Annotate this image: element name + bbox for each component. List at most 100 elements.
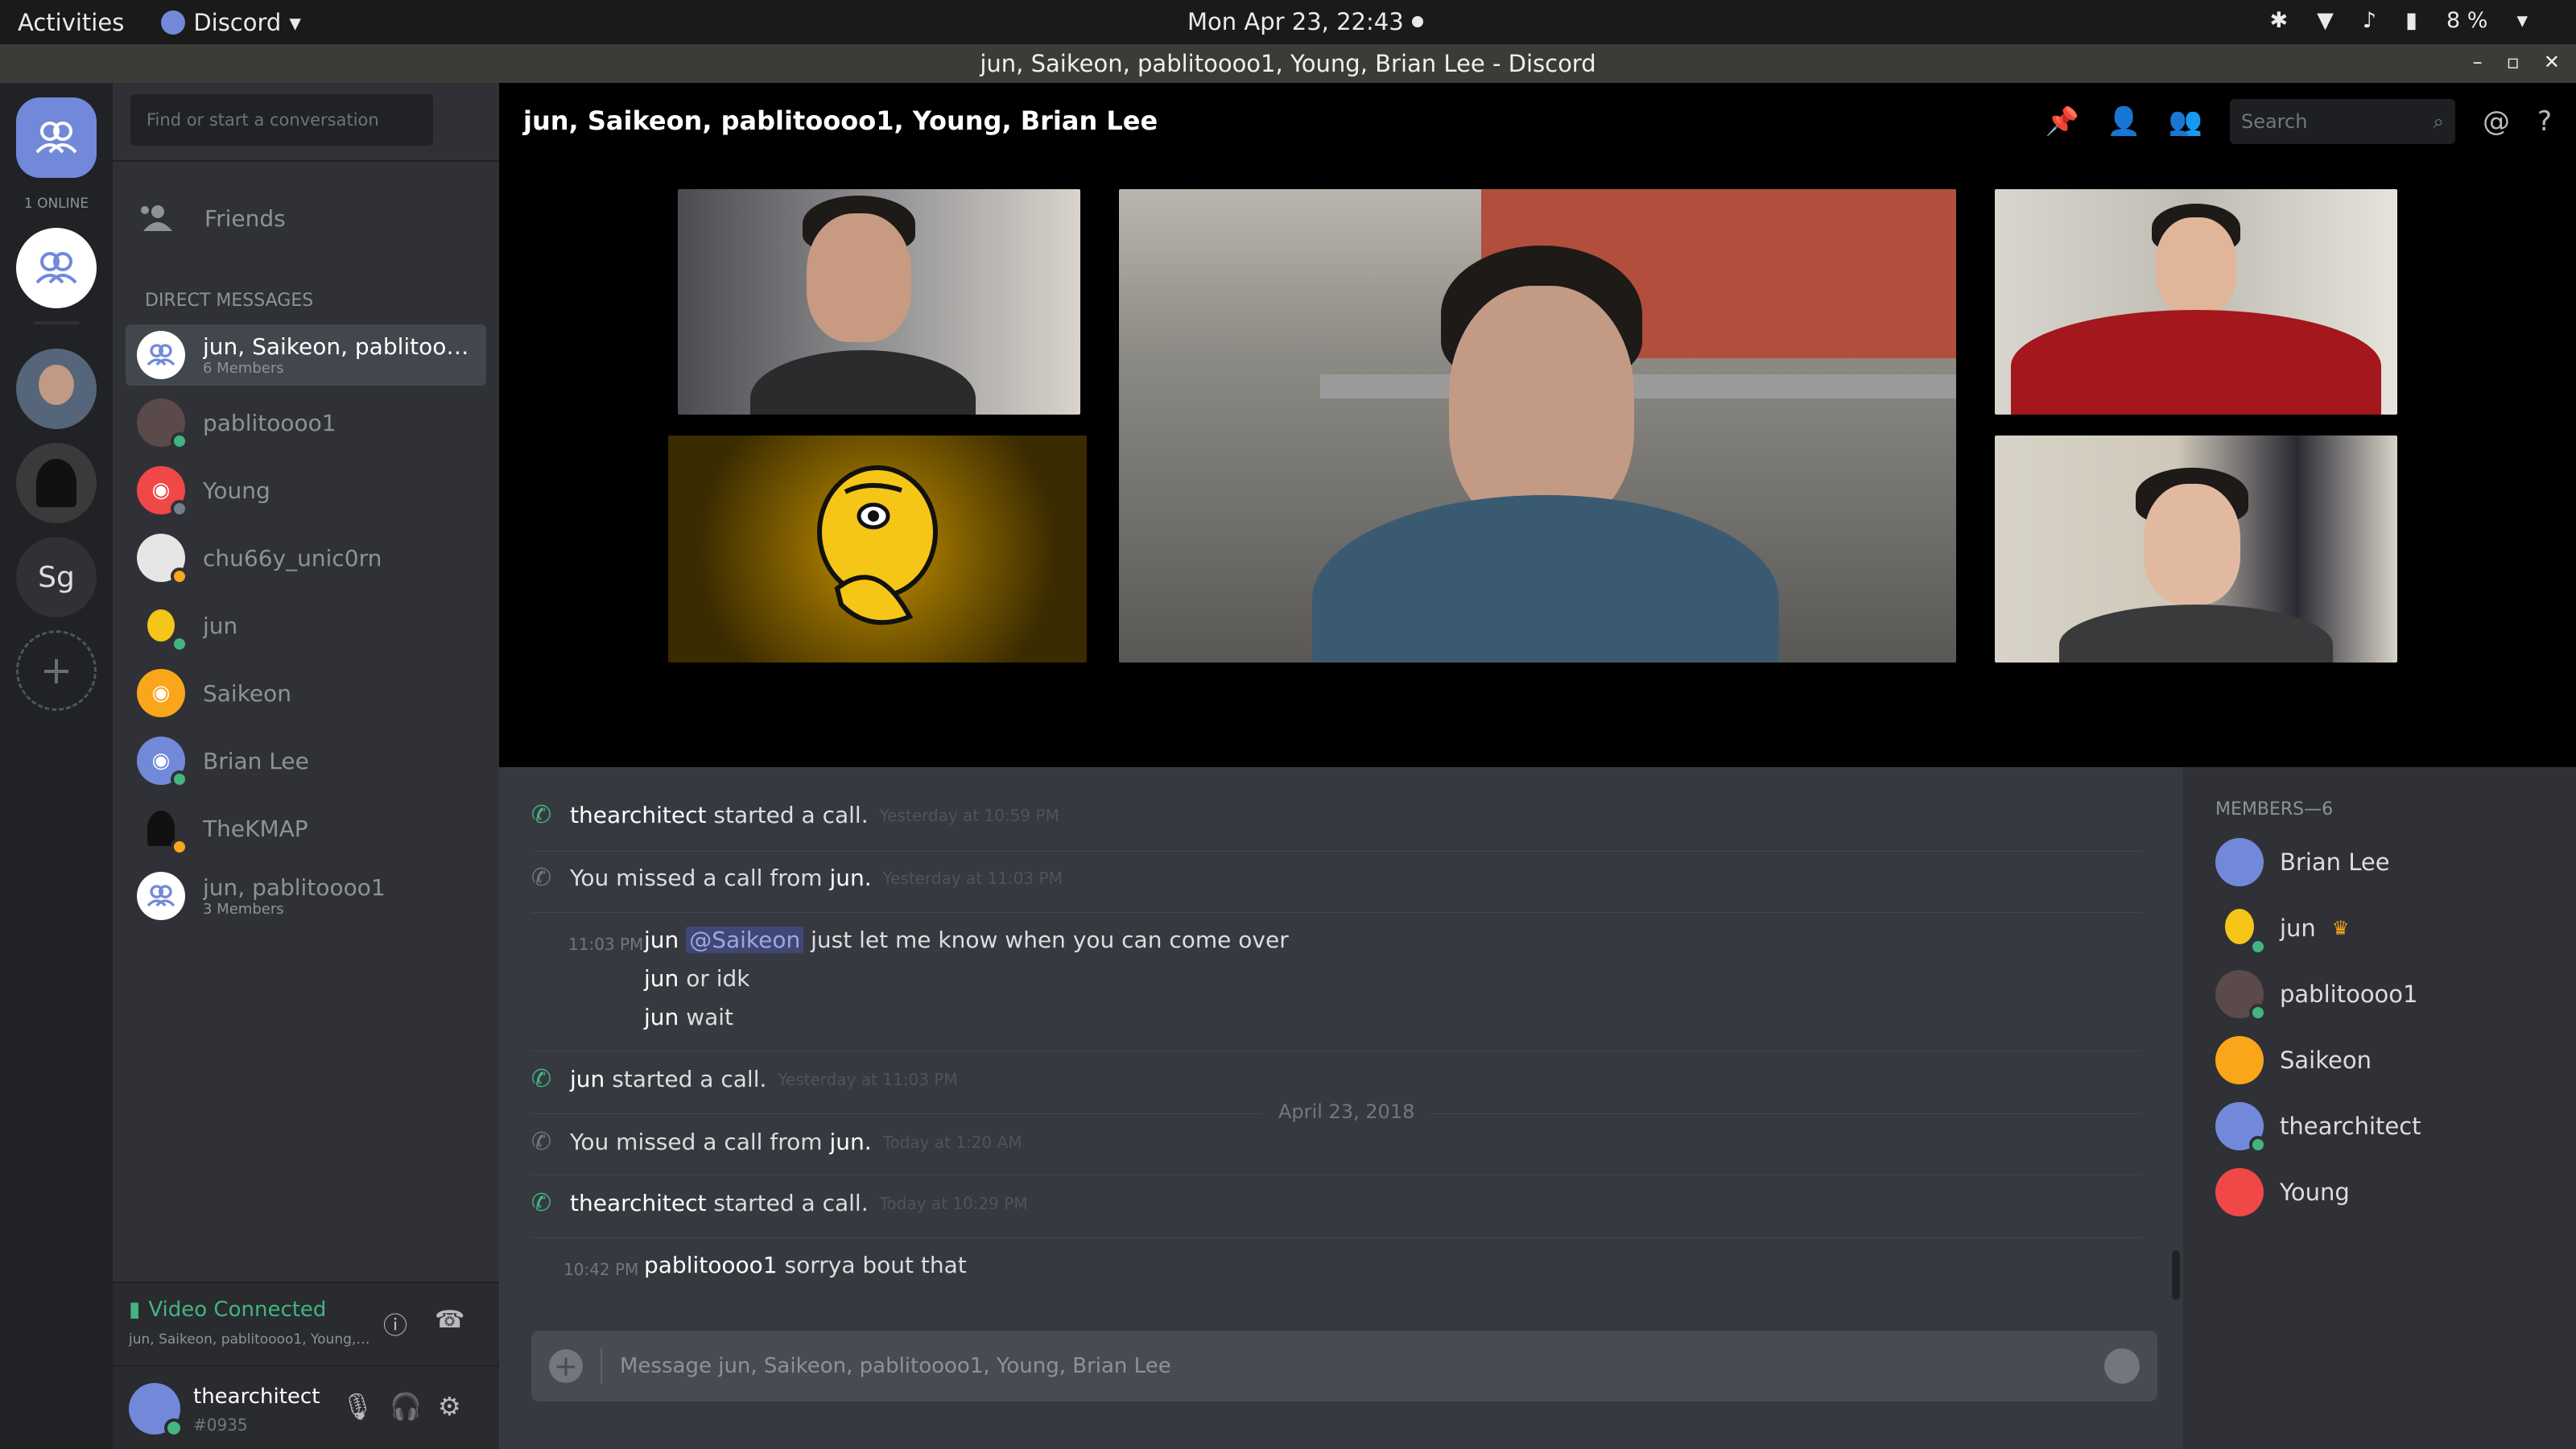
member-name: Brian Lee bbox=[2280, 848, 2390, 876]
system-message-missed-call: ✆ You missed a call from jun. Today at 1… bbox=[531, 1128, 1022, 1156]
dm-item-group-3[interactable]: jun, pablitoooo1 3 Members bbox=[126, 865, 486, 927]
user-mention[interactable]: @Saikeon bbox=[686, 927, 804, 953]
video-tile-jun-avatar[interactable] bbox=[668, 436, 1087, 663]
clock-label: Mon Apr 23, 22:43 bbox=[1187, 8, 1404, 35]
conversation-search-input[interactable]: Find or start a conversation bbox=[130, 94, 433, 146]
message-author[interactable]: thearchitect bbox=[570, 1190, 707, 1216]
attach-plus-icon[interactable]: + bbox=[549, 1349, 583, 1383]
chat-message: jun @Saikeon just let me know when you c… bbox=[644, 927, 1289, 953]
maximize-icon[interactable]: ▫ bbox=[2507, 51, 2520, 73]
disconnect-icon[interactable]: ☎ bbox=[435, 1306, 464, 1334]
avatar[interactable] bbox=[129, 1383, 184, 1438]
member-list-header: MEMBERS—6 bbox=[2215, 799, 2334, 819]
active-dm-group-button[interactable] bbox=[16, 228, 97, 308]
mentions-icon[interactable]: @ bbox=[2483, 105, 2510, 138]
chat-scrollbar[interactable] bbox=[2172, 1250, 2180, 1300]
message-composer[interactable]: + Message jun, Saikeon, pablitoooo1, You… bbox=[531, 1331, 2157, 1402]
signal-bars-icon: ▮ bbox=[129, 1298, 141, 1322]
dm-name: Brian Lee bbox=[203, 747, 309, 774]
wifi-icon: ▼ bbox=[2317, 8, 2334, 33]
member-list-icon[interactable]: 👥 bbox=[2169, 105, 2202, 138]
message-author[interactable]: jun. bbox=[829, 1129, 871, 1155]
dm-item-young[interactable]: ◉ Young bbox=[126, 460, 486, 521]
notification-dot-icon bbox=[1411, 16, 1423, 27]
group-icon bbox=[147, 885, 175, 907]
help-icon[interactable]: ? bbox=[2537, 105, 2552, 138]
avatar bbox=[137, 534, 188, 585]
search-icon: ⌕ bbox=[2433, 110, 2444, 133]
message-timestamp: Today at 1:20 AM bbox=[882, 1132, 1022, 1152]
dm-item-pablitoooo1[interactable]: pablitoooo1 bbox=[126, 392, 486, 453]
status-idle-icon bbox=[171, 568, 188, 585]
close-icon[interactable]: ✕ bbox=[2544, 51, 2560, 73]
pin-icon[interactable]: 📌 bbox=[2046, 105, 2079, 138]
server-divider bbox=[34, 321, 79, 324]
system-tray[interactable]: ✱ ▼ ♪ ▮ 8 % ▾ bbox=[2270, 8, 2528, 33]
emoji-picker-icon[interactable] bbox=[2104, 1348, 2140, 1384]
avatar bbox=[2215, 838, 2264, 886]
message-text: wait bbox=[686, 1004, 734, 1030]
add-friend-icon[interactable]: 👤 bbox=[2107, 105, 2140, 138]
window-title: jun, Saikeon, pablitoooo1, Young, Brian … bbox=[980, 50, 1596, 77]
minimize-icon[interactable]: – bbox=[2473, 51, 2483, 73]
message-input[interactable]: Message jun, Saikeon, pablitoooo1, Young… bbox=[620, 1354, 1171, 1378]
info-icon[interactable]: ⓘ bbox=[383, 1306, 407, 1341]
message-author[interactable]: jun bbox=[644, 965, 679, 992]
video-tile-participant-usc[interactable] bbox=[1995, 189, 2397, 415]
face-shape bbox=[2156, 217, 2236, 314]
message-author[interactable]: jun bbox=[644, 1004, 679, 1030]
dm-sidebar: Find or start a conversation Friends DIR… bbox=[113, 83, 499, 1449]
video-tile-participant-main[interactable] bbox=[1119, 189, 1956, 663]
system-message-missed-call: ✆ You missed a call from jun. Yesterday … bbox=[531, 864, 1063, 892]
message-text: You missed a call from bbox=[570, 1129, 823, 1155]
search-input[interactable]: Search ⌕ bbox=[2229, 99, 2455, 144]
server-sg[interactable]: Sg bbox=[16, 537, 97, 617]
dm-item-chu66y[interactable]: chu66y_unic0rn bbox=[126, 527, 486, 588]
face-shape bbox=[1449, 286, 1634, 527]
message-author[interactable]: jun. bbox=[829, 865, 871, 891]
activities-button[interactable]: Activities bbox=[18, 9, 124, 36]
member-brian-lee[interactable]: Brian Lee bbox=[2215, 838, 2390, 886]
status-offline-icon bbox=[171, 500, 188, 518]
dm-name: jun, pablitoooo1 bbox=[203, 874, 386, 901]
avatar bbox=[137, 601, 188, 653]
server-avatar-hacker[interactable] bbox=[16, 443, 97, 523]
dm-item-saikeon[interactable]: ◉ Saikeon bbox=[126, 663, 486, 724]
add-server-button[interactable]: + bbox=[16, 630, 97, 711]
online-count: 1 ONLINE bbox=[23, 196, 89, 212]
member-young[interactable]: Young bbox=[2215, 1168, 2350, 1216]
member-saikeon[interactable]: Saikeon bbox=[2215, 1036, 2372, 1084]
message-timestamp: Today at 10:29 PM bbox=[879, 1193, 1028, 1213]
username: thearchitect bbox=[193, 1385, 320, 1409]
missed-call-icon: ✆ bbox=[531, 1128, 552, 1156]
message-author[interactable]: thearchitect bbox=[570, 802, 707, 828]
clock[interactable]: Mon Apr 23, 22:43 bbox=[1187, 8, 1423, 35]
message-author[interactable]: jun bbox=[570, 1066, 605, 1092]
microphone-icon[interactable]: 🎙 bbox=[341, 1391, 374, 1422]
message-divider bbox=[531, 1174, 2141, 1175]
dm-item-group-6[interactable]: jun, Saikeon, pablitoooo... 6 Members bbox=[126, 324, 486, 386]
dm-item-thekmap[interactable]: TheKMAP bbox=[126, 798, 486, 859]
headphones-icon[interactable]: 🎧 bbox=[390, 1391, 422, 1422]
server-avatar-photo[interactable] bbox=[16, 349, 97, 429]
message-author[interactable]: jun bbox=[644, 927, 679, 953]
video-tile-participant-1[interactable] bbox=[678, 189, 1080, 415]
hood-shape bbox=[147, 811, 175, 846]
member-pablitoooo1[interactable]: pablitoooo1 bbox=[2215, 970, 2418, 1022]
dm-item-jun[interactable]: jun bbox=[126, 595, 486, 656]
dm-list: jun, Saikeon, pablitoooo... 6 Members pa… bbox=[126, 324, 486, 933]
direct-messages-header: DIRECT MESSAGES bbox=[145, 291, 314, 311]
friends-nav-item[interactable]: Friends bbox=[140, 204, 286, 233]
member-jun[interactable]: jun ♛ bbox=[2215, 904, 2349, 956]
message-author[interactable]: pablitoooo1 bbox=[644, 1252, 778, 1278]
dm-name: Young bbox=[203, 477, 270, 504]
dm-item-brian-lee[interactable]: ◉ Brian Lee bbox=[126, 730, 486, 791]
app-menu[interactable]: Discord ▾ bbox=[161, 9, 301, 36]
home-button[interactable] bbox=[16, 97, 97, 178]
settings-gear-icon[interactable]: ⚙ bbox=[438, 1391, 461, 1422]
video-tile-participant-4[interactable] bbox=[1995, 436, 2397, 663]
message-text: You missed a call from bbox=[570, 865, 823, 891]
member-thearchitect[interactable]: thearchitect bbox=[2215, 1102, 2421, 1154]
system-message-call-started: ✆ thearchitect started a call. Yesterday… bbox=[531, 801, 1059, 829]
avatar bbox=[137, 804, 188, 856]
